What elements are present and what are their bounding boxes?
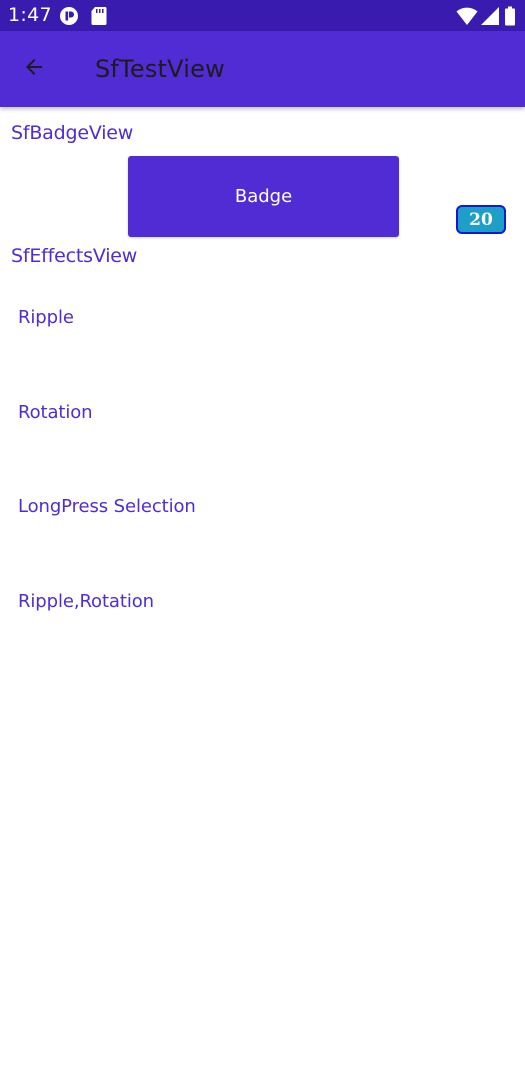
badge-button[interactable]: Badge: [128, 156, 399, 237]
effect-item-longpress-selection[interactable]: LongPress Selection: [18, 496, 196, 517]
sd-card-icon: [90, 6, 110, 26]
effect-item-ripple-rotation[interactable]: Ripple,Rotation: [18, 591, 154, 612]
back-button[interactable]: [14, 49, 54, 89]
wifi-icon: [456, 6, 478, 26]
badge-count-label: 20: [469, 209, 493, 230]
back-arrow-icon: [22, 55, 46, 84]
effects-section-title: SfEffectsView: [11, 245, 138, 267]
media-icon: [59, 6, 79, 26]
app-bar: SfTestView: [0, 31, 525, 107]
effect-item-rotation[interactable]: Rotation: [18, 402, 93, 423]
badge-count: 20: [456, 205, 506, 234]
status-bar: 1:47: [0, 0, 525, 31]
signal-icon: [480, 6, 500, 26]
status-time: 1:47: [8, 4, 52, 26]
effect-item-ripple[interactable]: Ripple: [18, 307, 74, 328]
badge-button-label: Badge: [234, 186, 293, 207]
badge-section-title: SfBadgeView: [11, 122, 134, 144]
page-title: SfTestView: [95, 55, 225, 83]
battery-icon: [504, 6, 518, 26]
